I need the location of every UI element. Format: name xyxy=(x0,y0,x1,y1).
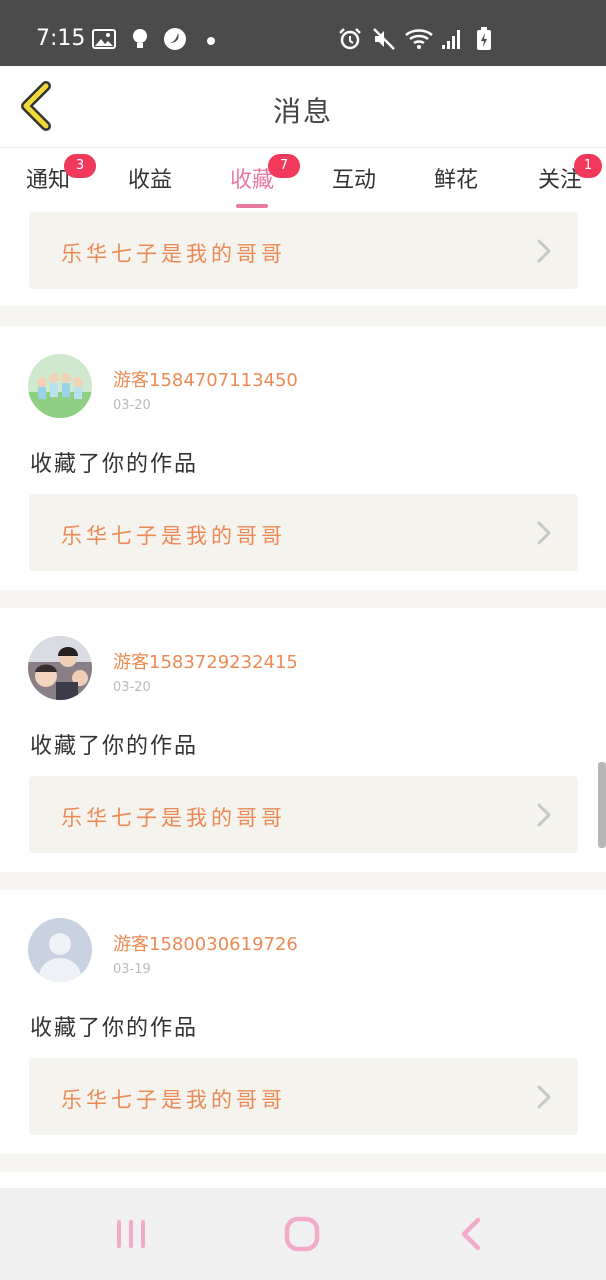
list-item: 游客1580030619726 03-19 收藏了你的作品 乐华七子是我的哥哥 xyxy=(0,890,606,1154)
tab-label: 收益 xyxy=(127,168,172,193)
message-date: 03-20 xyxy=(113,680,151,695)
list-item: 游客15847071134​50 03-20 收藏了你的作品 乐华七子是我的哥哥 xyxy=(0,326,606,590)
chevron-right-icon xyxy=(537,803,551,827)
message-text: 收藏了你的作品 xyxy=(30,1016,199,1041)
tab-label: 互动 xyxy=(331,168,376,193)
list-item: 游客1583729232415 03-20 收藏了你的作品 乐华七子是我的哥哥 xyxy=(0,608,606,872)
work-link[interactable]: 乐华七子是我的哥哥 xyxy=(29,494,578,571)
mute-icon xyxy=(373,28,395,50)
work-title: 乐华七子是我的哥哥 xyxy=(61,242,286,266)
work-link[interactable]: 乐华七子是我的哥哥 xyxy=(29,776,578,853)
tab-label: 鲜花 xyxy=(433,168,478,193)
user-name[interactable]: 游客15847071134​50 xyxy=(113,366,298,392)
page-title: 消息 xyxy=(272,95,333,128)
chevron-right-icon xyxy=(537,1085,551,1109)
tab-label: 收藏 xyxy=(229,168,274,193)
tab-favorites[interactable]: 收藏 7 xyxy=(222,154,300,208)
list-item xyxy=(0,1172,606,1188)
user-name[interactable]: 游客1580030619726 xyxy=(113,930,298,956)
tab-earnings[interactable]: 收益 xyxy=(120,162,180,194)
image-icon xyxy=(92,29,116,49)
message-list[interactable]: 乐华七子是我的哥哥 游客15847071134​50 03-20 收藏了你的作品… xyxy=(0,210,606,1188)
status-time: 7:15 xyxy=(36,26,86,51)
wifi-icon xyxy=(405,29,433,49)
dot-icon xyxy=(207,37,215,45)
message-date: 03-20 xyxy=(113,398,151,413)
avatar[interactable] xyxy=(28,636,92,700)
header: 消息 xyxy=(0,66,606,148)
tab-follows[interactable]: 关注 1 xyxy=(530,154,602,194)
list-item: 乐华七子是我的哥哥 xyxy=(0,210,606,306)
tab-interactions[interactable]: 互动 xyxy=(324,162,384,194)
app-icon xyxy=(164,28,186,50)
navigation-bar xyxy=(0,1188,606,1280)
message-text: 收藏了你的作品 xyxy=(30,452,199,477)
battery-icon xyxy=(477,27,491,50)
avatar[interactable] xyxy=(28,918,92,982)
alarm-icon xyxy=(339,28,361,50)
work-link[interactable]: 乐华七子是我的哥哥 xyxy=(29,1058,578,1135)
tab-bar: 通知 3 收益 收藏 7 互动 鲜花 关注 1 xyxy=(0,148,606,210)
user-name[interactable]: 游客1583729232415 xyxy=(113,648,298,674)
bulb-icon xyxy=(133,29,147,48)
follows-badge: 1 xyxy=(574,154,602,178)
work-title: 乐华七子是我的哥哥 xyxy=(61,524,286,548)
work-title: 乐华七子是我的哥哥 xyxy=(61,806,286,830)
recent-apps-icon[interactable] xyxy=(111,1214,151,1254)
back-icon[interactable] xyxy=(452,1214,492,1254)
chevron-right-icon xyxy=(537,521,551,545)
avatar[interactable] xyxy=(28,354,92,418)
work-link[interactable]: 乐华七子是我的哥哥 xyxy=(29,212,578,289)
status-bar: 7:15 xyxy=(0,0,606,66)
message-date: 03-19 xyxy=(113,962,151,977)
tab-flowers[interactable]: 鲜花 xyxy=(426,162,486,194)
message-text: 收藏了你的作品 xyxy=(30,734,199,759)
scrollbar[interactable] xyxy=(598,762,606,848)
active-tab-indicator xyxy=(236,204,268,208)
work-title: 乐华七子是我的哥哥 xyxy=(61,1088,286,1112)
tab-notifications[interactable]: 通知 3 xyxy=(18,154,96,194)
favorites-badge: 7 xyxy=(268,154,300,178)
home-icon[interactable] xyxy=(282,1214,322,1254)
notification-badge: 3 xyxy=(64,154,96,178)
signal-icon xyxy=(442,30,460,49)
tab-label: 通知 xyxy=(25,168,70,193)
chevron-right-icon xyxy=(537,239,551,263)
